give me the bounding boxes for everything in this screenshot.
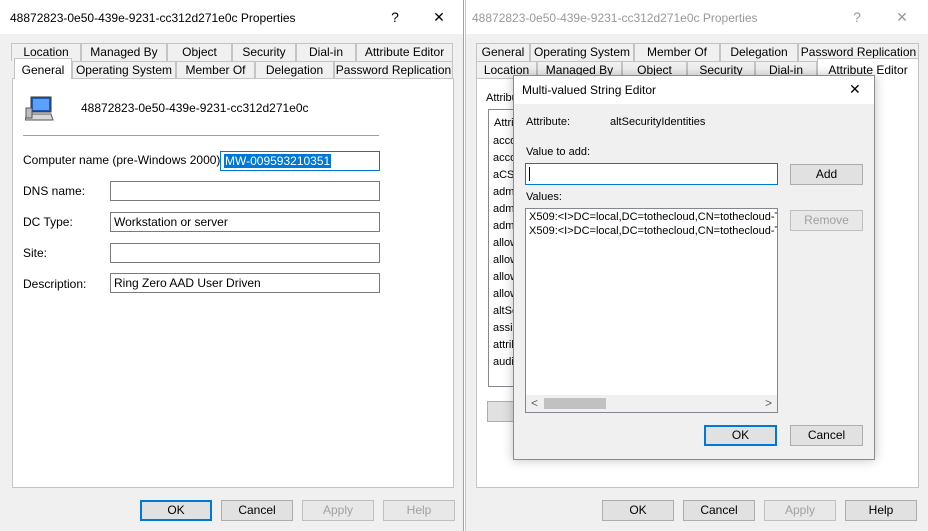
attribute-list-item[interactable]: audi xyxy=(493,356,514,368)
tab-delegation[interactable]: Delegation xyxy=(255,61,334,79)
tab-row-front: General Operating System Member Of Deleg… xyxy=(11,58,453,79)
description-field[interactable]: Ring Zero AAD User Driven xyxy=(110,273,380,293)
general-tab-panel: 48872823-0e50-439e-9231-cc312d271e0c Com… xyxy=(12,78,454,488)
computer-name-field[interactable]: MW-009593210351 xyxy=(220,151,380,171)
tab-operating-system[interactable]: Operating System xyxy=(72,61,176,79)
attribute-list-item[interactable]: adm xyxy=(493,186,514,198)
site-field[interactable] xyxy=(110,243,380,263)
apply-button[interactable]: Apply xyxy=(764,500,836,521)
close-icon[interactable]: ✕ xyxy=(849,81,861,98)
header-divider xyxy=(23,135,379,136)
add-button[interactable]: Add xyxy=(790,164,863,185)
dc-type-field[interactable]: Workstation or server xyxy=(110,212,380,232)
ok-button[interactable]: OK xyxy=(140,500,212,521)
help-icon[interactable]: ? xyxy=(380,4,410,30)
help-button[interactable]: Help xyxy=(845,500,917,521)
cancel-button[interactable]: Cancel xyxy=(683,500,755,521)
computer-icon xyxy=(24,96,55,124)
tab-operating-system[interactable]: Operating System xyxy=(530,43,634,61)
value-to-add-input[interactable] xyxy=(525,163,778,185)
scroll-left-icon[interactable]: < xyxy=(526,395,543,412)
tab-row-back: Location Managed By Object Security Dial… xyxy=(11,43,453,61)
value-to-add-label: Value to add: xyxy=(526,146,591,158)
values-list-item[interactable]: X509:<I>DC=local,DC=tothecloud,CN=tothec… xyxy=(529,211,777,223)
cancel-button[interactable]: Cancel xyxy=(221,500,293,521)
tab-attribute-editor[interactable]: Attribute Editor xyxy=(356,43,453,61)
attribute-list-item[interactable]: adm xyxy=(493,220,514,232)
tab-delegation[interactable]: Delegation xyxy=(720,43,798,61)
description-label: Description: xyxy=(23,277,87,291)
computer-name-label: Computer name (pre-Windows 2000): xyxy=(23,153,224,167)
attribute-value: altSecurityIdentities xyxy=(610,116,706,128)
tab-managed-by[interactable]: Managed By xyxy=(81,43,167,61)
help-button[interactable]: Help xyxy=(383,500,455,521)
attribute-label: Attribute: xyxy=(526,116,571,128)
dns-name-label: DNS name: xyxy=(23,184,86,198)
close-icon[interactable]: ✕ xyxy=(424,4,454,30)
tab-object[interactable]: Object xyxy=(167,43,232,61)
values-list-item[interactable]: X509:<I>DC=local,DC=tothecloud,CN=tothec… xyxy=(529,225,777,237)
dc-type-label: DC Type: xyxy=(23,215,73,229)
computer-name-value: MW-009593210351 xyxy=(224,154,332,168)
text-cursor xyxy=(529,166,530,181)
tab-member-of[interactable]: Member Of xyxy=(176,61,255,79)
tab-general[interactable]: General xyxy=(476,43,530,61)
window-title: 48872823-0e50-439e-9231-cc312d271e0c Pro… xyxy=(10,11,296,25)
close-icon[interactable]: ✕ xyxy=(887,4,917,30)
ok-button[interactable]: OK xyxy=(704,425,777,446)
scroll-right-icon[interactable]: > xyxy=(760,395,777,412)
properties-window-general: 48872823-0e50-439e-9231-cc312d271e0c Pro… xyxy=(0,0,464,531)
dialog-title: Multi-valued String Editor xyxy=(522,83,657,97)
tab-dial-in[interactable]: Dial-in xyxy=(296,43,356,61)
multi-valued-string-editor-dialog: Multi-valued String Editor ✕ Attribute: … xyxy=(513,75,875,460)
tab-member-of[interactable]: Member Of xyxy=(634,43,720,61)
attribute-list-item[interactable]: aCS xyxy=(493,169,514,181)
horizontal-scrollbar[interactable]: < > xyxy=(526,395,777,412)
tab-security[interactable]: Security xyxy=(232,43,296,61)
scroll-thumb[interactable] xyxy=(544,398,606,409)
site-label: Site: xyxy=(23,246,48,260)
title-bar: 48872823-0e50-439e-9231-cc312d271e0c Pro… xyxy=(466,0,928,34)
window-title: 48872823-0e50-439e-9231-cc312d271e0c Pro… xyxy=(472,11,758,25)
remove-button[interactable]: Remove xyxy=(790,210,863,231)
apply-button[interactable]: Apply xyxy=(302,500,374,521)
ok-button[interactable]: OK xyxy=(602,500,674,521)
values-label: Values: xyxy=(526,191,562,203)
tab-password-replication[interactable]: Password Replication xyxy=(334,61,453,79)
object-name: 48872823-0e50-439e-9231-cc312d271e0c xyxy=(81,101,309,115)
cancel-button[interactable]: Cancel xyxy=(790,425,863,446)
help-icon[interactable]: ? xyxy=(842,4,872,30)
dns-name-field[interactable] xyxy=(110,181,380,201)
dialog-title-bar: Multi-valued String Editor ✕ xyxy=(514,76,874,104)
title-bar: 48872823-0e50-439e-9231-cc312d271e0c Pro… xyxy=(0,0,463,34)
attribute-list-item[interactable]: adm xyxy=(493,203,514,215)
tab-general[interactable]: General xyxy=(14,58,72,79)
values-list[interactable]: X509:<I>DC=local,DC=tothecloud,CN=tothec… xyxy=(525,208,778,413)
